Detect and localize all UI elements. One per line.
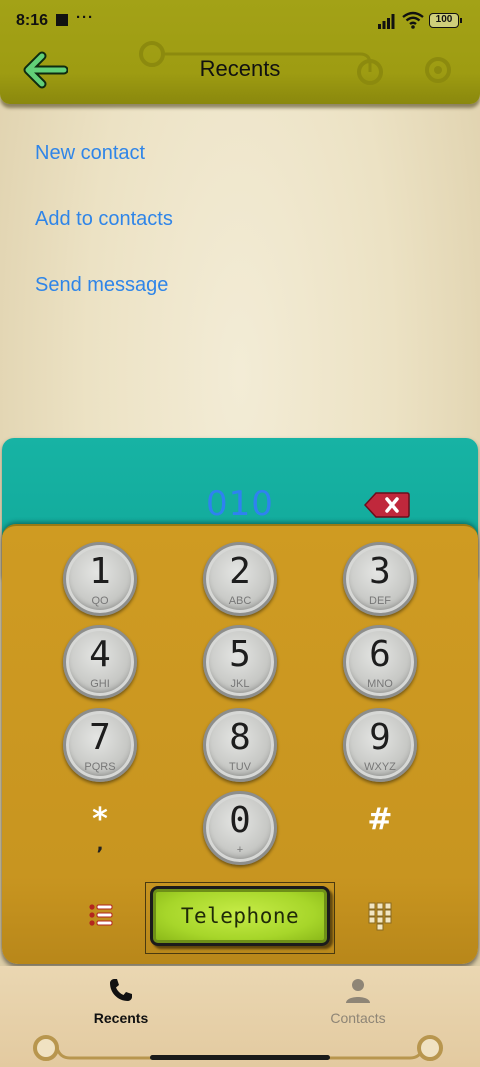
page-title: Recents <box>199 56 281 81</box>
home-indicator[interactable] <box>150 1055 330 1060</box>
key-digit: 3 <box>369 551 391 592</box>
key-digit: 1 <box>89 551 111 592</box>
more-notifications-icon: ··· <box>76 9 94 26</box>
key-5[interactable]: 5 JKL <box>203 625 277 699</box>
call-log-list-icon[interactable] <box>86 902 116 928</box>
key-digit: 8 <box>229 717 251 758</box>
key-3[interactable]: 3 DEF <box>343 542 417 616</box>
key-letters: ABC <box>228 595 252 607</box>
person-icon <box>346 979 370 1003</box>
key-digit: 0 <box>229 800 251 841</box>
nav-recents[interactable]: Recents <box>51 966 191 1036</box>
nav-label-contacts: Contacts <box>330 1010 386 1026</box>
key-letters: TUV <box>229 761 251 773</box>
back-arrow-icon[interactable] <box>22 50 68 90</box>
key-1[interactable]: 1 QO <box>63 542 137 616</box>
hash-symbol: # <box>367 802 393 837</box>
phone-icon <box>110 979 132 1001</box>
key-letters: JKL <box>230 678 250 690</box>
nav-contacts[interactable]: Contacts <box>288 966 428 1036</box>
key-8[interactable]: 8 TUV <box>203 708 277 782</box>
backspace-icon[interactable] <box>364 492 410 518</box>
telephone-call-button[interactable]: Telephone <box>150 886 330 946</box>
battery-icon: 100 <box>429 13 462 28</box>
voicemail-icon: QO <box>91 595 109 607</box>
key-digit: 2 <box>229 551 251 592</box>
send-message-link[interactable]: Send message <box>35 274 168 297</box>
key-letters: PQRS <box>84 761 116 773</box>
status-time: 8:16 <box>16 12 49 29</box>
key-digit: 7 <box>89 717 111 758</box>
key-4[interactable]: 4 GHI <box>63 625 137 699</box>
key-letters: GHI <box>90 678 110 690</box>
new-contact-link[interactable]: New contact <box>35 142 145 165</box>
key-2[interactable]: 2 ABC <box>203 542 277 616</box>
status-bar: 8:16 ··· 100 <box>0 0 480 42</box>
notification-icon <box>56 14 68 26</box>
key-9[interactable]: 9 WXYZ <box>343 708 417 782</box>
dialpad-grid-icon[interactable] <box>368 902 392 932</box>
key-digit: 9 <box>369 717 391 758</box>
comma-symbol: , <box>96 834 104 855</box>
star-symbol: * <box>92 802 108 837</box>
wifi-icon <box>402 11 424 29</box>
key-letters: WXYZ <box>364 761 396 773</box>
key-7[interactable]: 7 PQRS <box>63 708 137 782</box>
key-0[interactable]: 0 + <box>203 791 277 865</box>
key-letters: + <box>236 844 244 856</box>
key-letters: DEF <box>369 595 391 607</box>
key-digit: 6 <box>369 634 391 675</box>
key-6[interactable]: 6 MNO <box>343 625 417 699</box>
call-button-label: Telephone <box>180 904 300 928</box>
bottom-decoration <box>33 1035 443 1061</box>
nav-label-recents: Recents <box>93 1010 149 1026</box>
app-header: 8:16 ··· 100 Recents <box>0 0 480 104</box>
key-letters: MNO <box>367 678 393 690</box>
add-to-contacts-link[interactable]: Add to contacts <box>35 208 173 231</box>
key-digit: 4 <box>89 634 111 675</box>
bottom-navigation: Recents Contacts <box>0 966 480 1067</box>
key-star[interactable]: * , <box>70 802 130 862</box>
key-hash[interactable]: # <box>350 802 410 862</box>
signal-icon <box>378 14 395 29</box>
dialed-number: 010 <box>206 484 274 524</box>
key-digit: 5 <box>229 634 251 675</box>
